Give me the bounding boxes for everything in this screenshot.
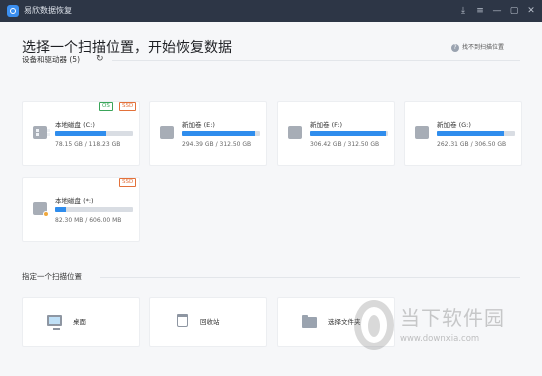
menu-icon[interactable]: ≡ bbox=[474, 4, 486, 18]
drive-usage-fill bbox=[310, 131, 387, 136]
drive-name: 本地磁盘 (C:) bbox=[55, 121, 95, 129]
section-divider bbox=[100, 277, 520, 278]
location-label: 回收站 bbox=[200, 318, 220, 326]
windows-drive-icon bbox=[33, 126, 50, 139]
watermark-text: 当下软件园 bbox=[400, 306, 505, 330]
drive-usage-bar bbox=[182, 131, 260, 136]
section-divider bbox=[112, 60, 520, 61]
drive-size: 306.42 GB / 312.50 GB bbox=[310, 141, 380, 148]
drive-warning-icon bbox=[33, 202, 49, 217]
drive-usage-fill bbox=[55, 131, 107, 136]
location-desktop[interactable]: 桌面 bbox=[22, 297, 140, 347]
drive-card-f[interactable]: 新加卷 (F:) 306.42 GB / 312.50 GB bbox=[277, 101, 395, 166]
app-logo-icon bbox=[7, 5, 19, 17]
drive-usage-bar bbox=[437, 131, 515, 136]
os-badge: OS bbox=[99, 102, 113, 111]
watermark: 当下软件园 www.downxia.com bbox=[352, 298, 522, 356]
drive-usage-bar bbox=[310, 131, 388, 136]
refresh-icon[interactable]: ↻ bbox=[96, 54, 104, 64]
drive-card-g[interactable]: 新加卷 (G:) 262.31 GB / 306.50 GB bbox=[404, 101, 522, 166]
download-icon[interactable]: ⤓ bbox=[457, 4, 469, 18]
help-label: 找不到扫描位置 bbox=[461, 44, 504, 51]
window-title: 易欣数据恢复 bbox=[24, 6, 72, 15]
drive-usage-fill bbox=[55, 207, 66, 212]
question-icon: ? bbox=[450, 43, 459, 52]
drive-usage-bar bbox=[55, 131, 133, 136]
drive-name: 本地磁盘 (*:) bbox=[55, 197, 94, 205]
drive-size: 82.30 MB / 606.00 MB bbox=[55, 217, 122, 224]
folder-icon bbox=[302, 315, 317, 328]
drive-usage-bar bbox=[55, 207, 133, 212]
drive-size: 78.15 GB / 118.23 GB bbox=[55, 141, 121, 148]
devices-section-title: 设备和驱动器 (5) bbox=[22, 55, 81, 64]
drive-size: 262.31 GB / 306.50 GB bbox=[437, 141, 507, 148]
ssd-badge: SSD bbox=[119, 102, 137, 111]
maximize-icon[interactable]: ▢ bbox=[508, 4, 520, 18]
title-bar: 易欣数据恢复 ⤓ ≡ — ▢ ✕ bbox=[0, 0, 542, 22]
drive-card-e[interactable]: 新加卷 (E:) 294.39 GB / 312.50 GB bbox=[149, 101, 267, 166]
drive-size: 294.39 GB / 312.50 GB bbox=[182, 141, 252, 148]
drive-icon bbox=[160, 126, 174, 139]
minimize-icon[interactable]: — bbox=[491, 4, 503, 18]
drive-icon bbox=[288, 126, 302, 139]
drive-name: 新加卷 (F:) bbox=[310, 121, 343, 129]
drive-name: 新加卷 (G:) bbox=[437, 121, 471, 129]
drive-usage-fill bbox=[182, 131, 256, 136]
locations-section-title: 指定一个扫描位置 bbox=[22, 272, 82, 281]
help-link[interactable]: ? 找不到扫描位置 bbox=[450, 43, 504, 52]
drive-card-unknown[interactable]: SSD 本地磁盘 (*:) 82.30 MB / 606.00 MB bbox=[22, 177, 140, 242]
close-icon[interactable]: ✕ bbox=[525, 4, 537, 18]
drive-card-c[interactable]: OS SSD 本地磁盘 (C:) 78.15 GB / 118.23 GB bbox=[22, 101, 140, 166]
location-label: 桌面 bbox=[73, 318, 86, 326]
ssd-badge: SSD bbox=[119, 178, 137, 187]
recycle-bin-icon bbox=[177, 314, 188, 327]
drive-name: 新加卷 (E:) bbox=[182, 121, 215, 129]
drive-icon bbox=[415, 126, 429, 139]
watermark-logo-icon bbox=[354, 300, 394, 350]
drive-usage-fill bbox=[437, 131, 505, 136]
desktop-icon bbox=[47, 315, 62, 330]
location-recycle-bin[interactable]: 回收站 bbox=[149, 297, 267, 347]
watermark-url: www.downxia.com bbox=[400, 334, 480, 344]
